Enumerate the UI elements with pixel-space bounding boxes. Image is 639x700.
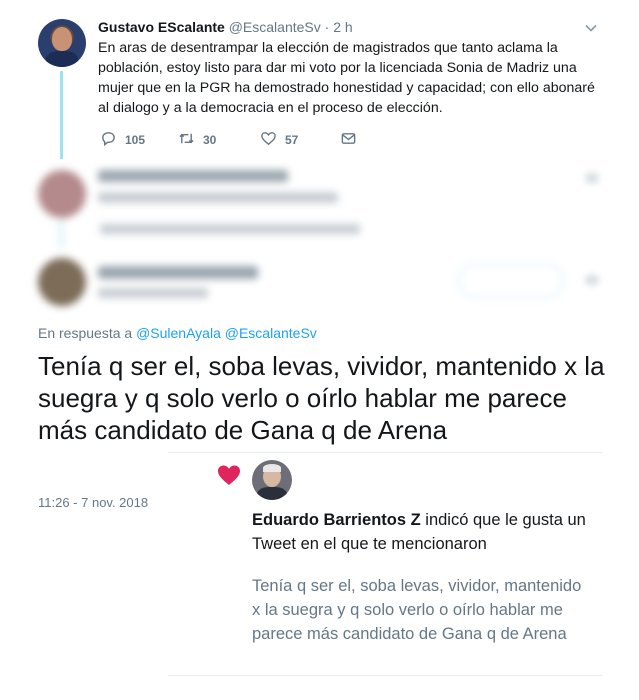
notification-avatar[interactable] — [252, 460, 292, 500]
mention-link[interactable]: @EscalanteSv — [225, 325, 317, 341]
avatar-shirt — [46, 51, 78, 67]
retweet-button[interactable]: 30 — [178, 130, 216, 150]
reply-count: 105 — [125, 133, 146, 147]
retweet-icon — [178, 130, 195, 150]
blurred-text — [98, 192, 338, 203]
blurred-chevron — [586, 174, 598, 182]
tweet-header: Gustavo EScalante @EscalanteSv · 2 h — [98, 19, 353, 35]
blurred-name — [98, 266, 258, 279]
author-name[interactable]: Gustavo EScalante — [98, 19, 225, 35]
blurred-avatar — [38, 170, 86, 218]
notification-text: Eduardo Barrientos Z indicó que le gusta… — [252, 508, 587, 556]
reply-icon — [100, 130, 117, 150]
author-avatar[interactable] — [38, 19, 86, 67]
avatar-hair — [263, 464, 281, 472]
chevron-down-icon[interactable] — [584, 21, 598, 38]
blurred-follow-button[interactable] — [458, 264, 564, 298]
direct-message-button[interactable] — [340, 130, 357, 150]
blurred-chevron — [586, 276, 598, 284]
thread-line — [60, 71, 63, 159]
heart-icon — [260, 130, 277, 150]
mention-link[interactable]: @SulenAyala — [136, 325, 221, 341]
original-tweet: Gustavo EScalante @EscalanteSv · 2 h En … — [0, 0, 639, 160]
retweet-count: 30 — [203, 133, 217, 147]
tweet-time[interactable]: 2 h — [333, 19, 352, 35]
blurred-author-row — [0, 252, 639, 318]
reply-prefix: En respuesta a — [38, 325, 133, 341]
blurred-header — [98, 170, 288, 182]
heart-icon — [216, 462, 242, 488]
reply-context: En respuesta a @SulenAyala @EscalanteSv — [38, 325, 317, 341]
blurred-actions — [100, 224, 360, 234]
notification-user[interactable]: Eduardo Barrientos Z — [252, 511, 421, 529]
like-button[interactable]: 57 — [260, 130, 298, 150]
reply-button[interactable]: 105 — [100, 130, 145, 150]
author-handle[interactable]: @EscalanteSv — [229, 19, 321, 35]
blurred-avatar — [38, 258, 86, 306]
like-count: 57 — [285, 133, 299, 147]
separator-dot: · — [324, 19, 330, 35]
avatar-face — [52, 27, 72, 51]
tweet-text: En aras de desentrampar la elección de m… — [98, 40, 595, 116]
reply-text: Tenía q ser el, soba levas, vividor, man… — [38, 351, 605, 445]
blurred-tweet — [0, 160, 639, 250]
avatar-suit — [257, 487, 287, 500]
notification-quote: Tenía q ser el, soba levas, vividor, man… — [252, 577, 582, 643]
thread-line — [60, 220, 63, 248]
message-icon — [340, 130, 357, 150]
blurred-handle — [98, 288, 208, 298]
tweet-timestamp[interactable]: 11:26 - 7 nov. 2018 — [38, 495, 148, 510]
